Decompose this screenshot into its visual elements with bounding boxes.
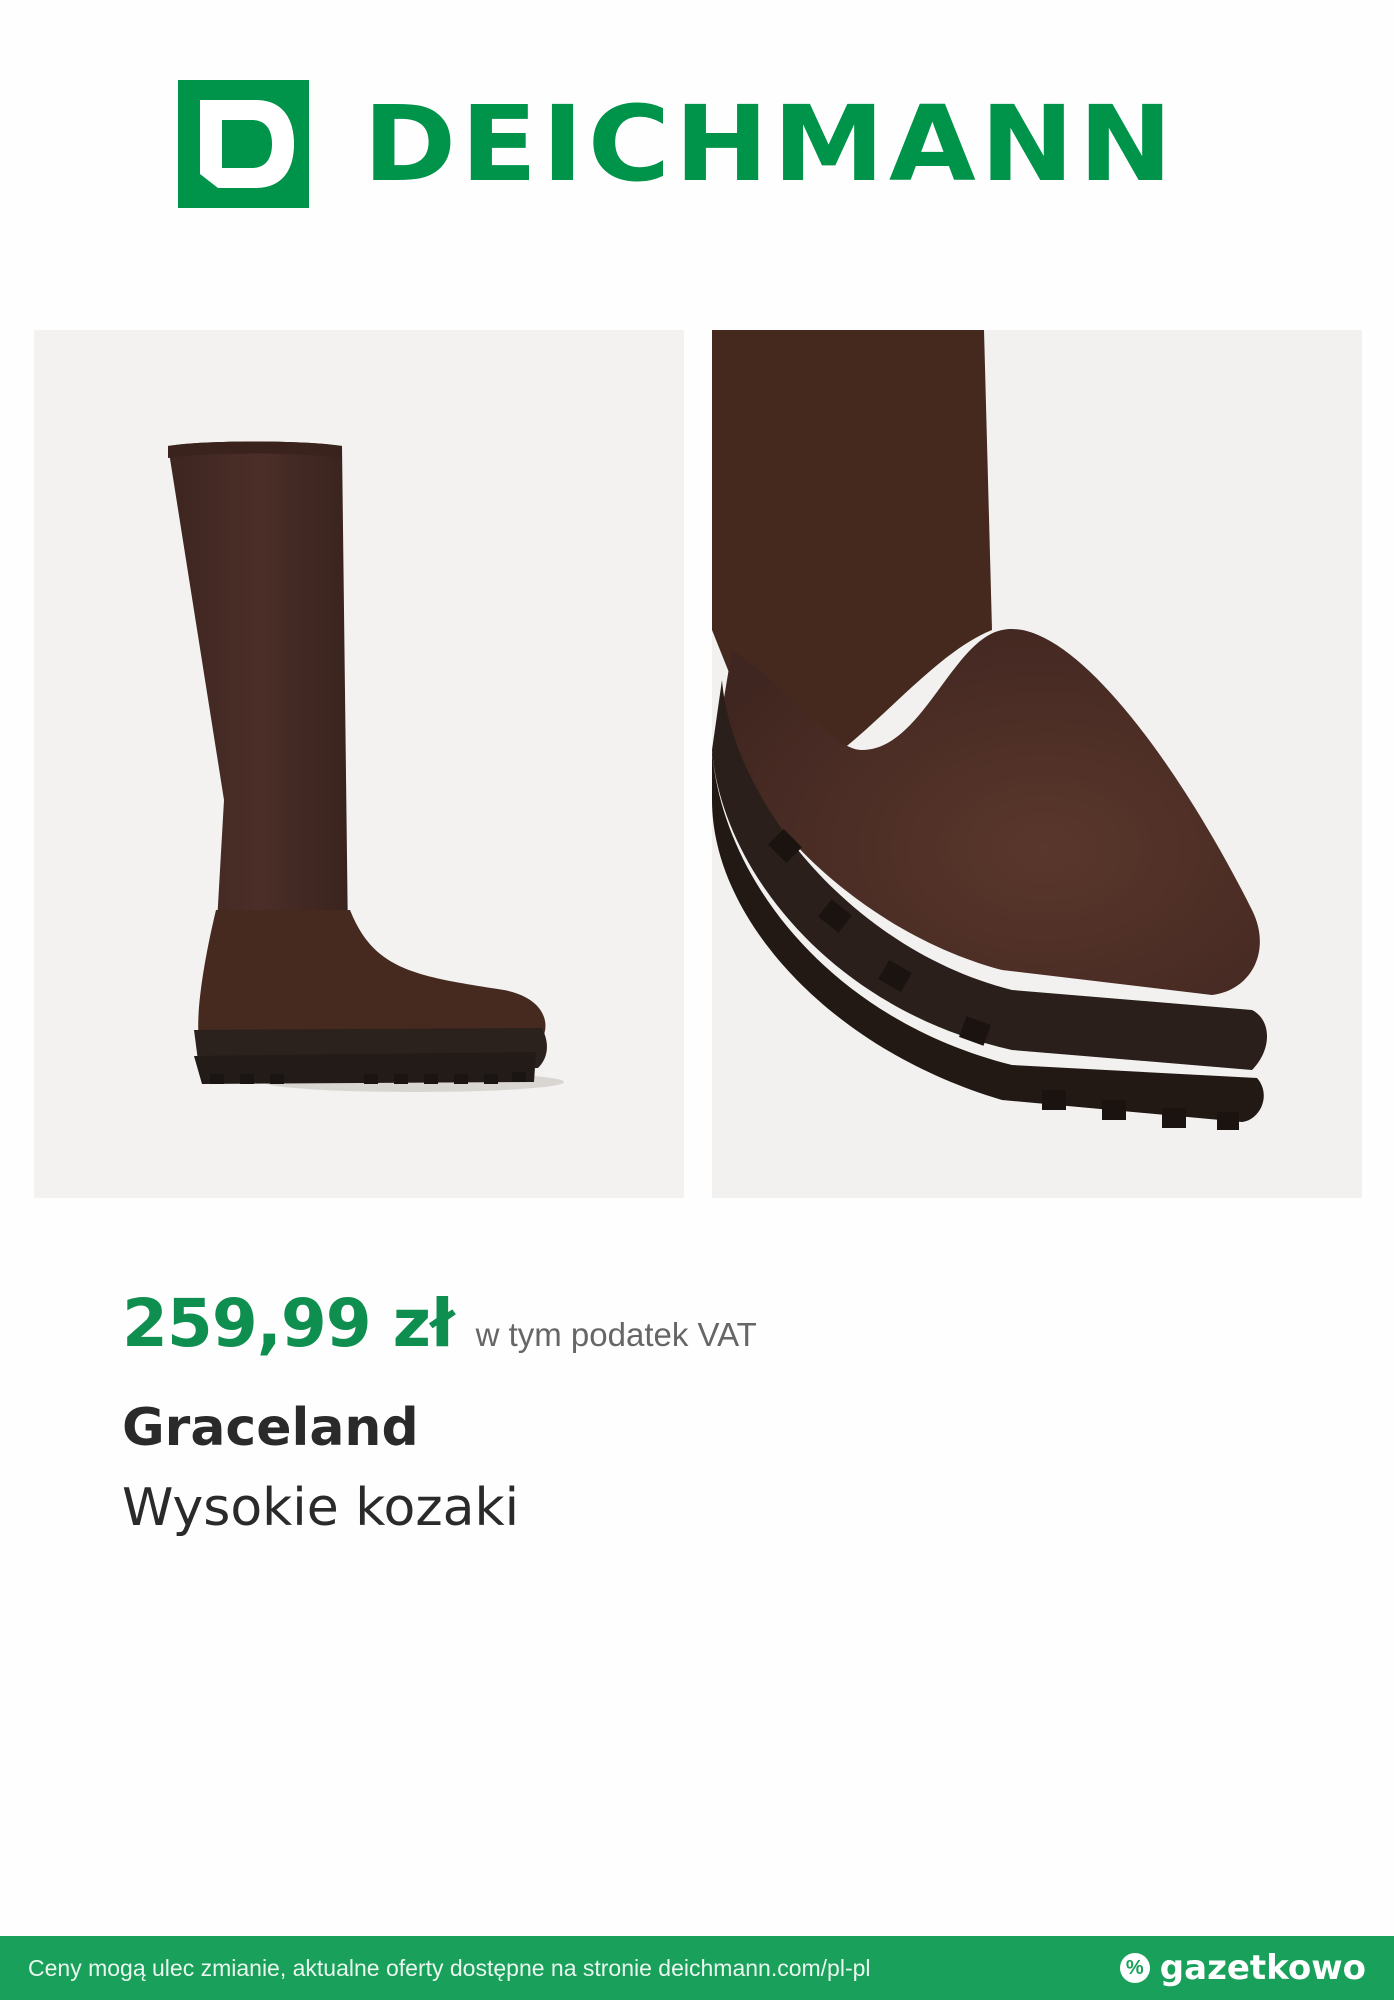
gazetkowo-logo[interactable]: % gazetkowo <box>1119 1948 1366 1988</box>
deichmann-wordmark: DEICHMANN <box>363 83 1177 205</box>
product-name[interactable]: Wysokie kozaki <box>122 1478 519 1538</box>
vat-note: w tym podatek VAT <box>475 1316 757 1353</box>
percent-icon: % <box>1119 1953 1150 1983</box>
product-brand[interactable]: Graceland <box>122 1398 419 1458</box>
footer-bar: Ceny mogą ulec zmianie, aktualne oferty … <box>0 1936 1394 2000</box>
page: DEICHMANN 259,99 zł w tym podatek VAT Gr… <box>0 0 1394 2000</box>
product-image-side[interactable] <box>34 330 684 1198</box>
deichmann-logo[interactable]: DEICHMANN <box>178 80 1172 208</box>
price-disclaimer: Ceny mogą ulec zmianie, aktualne oferty … <box>28 1954 871 1981</box>
price-row: 259,99 zł w tym podatek VAT <box>122 1285 757 1362</box>
gazetkowo-label: gazetkowo <box>1159 1948 1366 1988</box>
deichmann-d-mark-icon <box>178 80 309 208</box>
product-price: 259,99 zł <box>122 1285 455 1362</box>
product-image-closeup[interactable] <box>712 330 1362 1198</box>
